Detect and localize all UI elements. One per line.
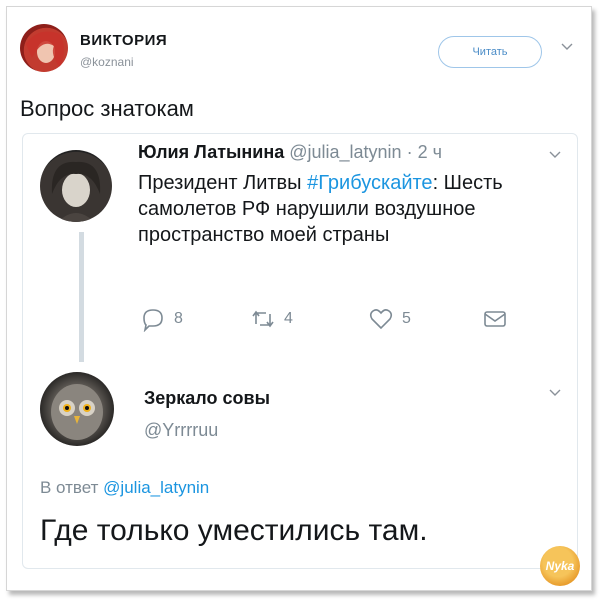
quoted-text-start: Президент Литвы (138, 172, 308, 194)
reply-author-handle[interactable]: @Yrrrruu (144, 420, 218, 441)
quoted-text: Президент Литвы #Грибускайте: Шесть само… (138, 170, 518, 248)
chevron-down-icon[interactable] (548, 386, 562, 400)
reply-prefix: В ответ (40, 478, 104, 497)
author-name[interactable]: ВИКТОРИЯ (80, 32, 167, 49)
retweet-count: 4 (284, 310, 293, 327)
hashtag-link[interactable]: #Грибускайте (307, 172, 432, 194)
like-count: 5 (402, 310, 411, 327)
quoted-author-name[interactable]: Юлия Латынина (138, 142, 284, 162)
reply-context: В ответ @julia_latynin (40, 478, 209, 498)
reply-count: 8 (174, 310, 183, 327)
thread-connector (79, 232, 84, 362)
read-button[interactable]: Читать (438, 36, 542, 68)
tweet-actions: 8 4 5 (140, 306, 520, 336)
quoted-author-avatar[interactable] (40, 150, 112, 222)
site-watermark-logo: Nyka (540, 546, 580, 586)
tweet-text: Вопрос знатокам (20, 96, 194, 121)
reply-action[interactable]: 8 (140, 306, 183, 332)
retweet-icon (252, 310, 274, 328)
author-handle[interactable]: @koznani (80, 55, 134, 69)
watermark-text: Nyka (545, 559, 575, 573)
heart-icon (369, 309, 393, 330)
chevron-down-icon[interactable] (560, 40, 574, 54)
quoted-author-handle[interactable]: @julia_latynin (289, 142, 401, 162)
reply-author-name[interactable]: Зеркало совы (144, 388, 270, 409)
retweet-action[interactable]: 4 (250, 306, 293, 332)
message-icon (484, 311, 506, 327)
reply-icon (143, 309, 163, 332)
quoted-header: Юлия Латынина @julia_latynin · 2 ч (138, 142, 442, 163)
author-avatar[interactable] (20, 24, 68, 72)
message-action[interactable] (482, 306, 508, 332)
chevron-down-icon[interactable] (548, 148, 562, 162)
reply-author-avatar[interactable] (40, 372, 114, 446)
reply-text: Где только уместились там. (40, 514, 428, 547)
quoted-time[interactable]: 2 ч (418, 142, 442, 162)
time-separator: · (401, 142, 418, 162)
reply-mention-link[interactable]: @julia_latynin (103, 478, 209, 497)
quoted-author-avatar-art (51, 161, 101, 222)
author-avatar-art (26, 31, 64, 69)
like-action[interactable]: 5 (368, 306, 411, 332)
owl-avatar-art (51, 384, 103, 440)
